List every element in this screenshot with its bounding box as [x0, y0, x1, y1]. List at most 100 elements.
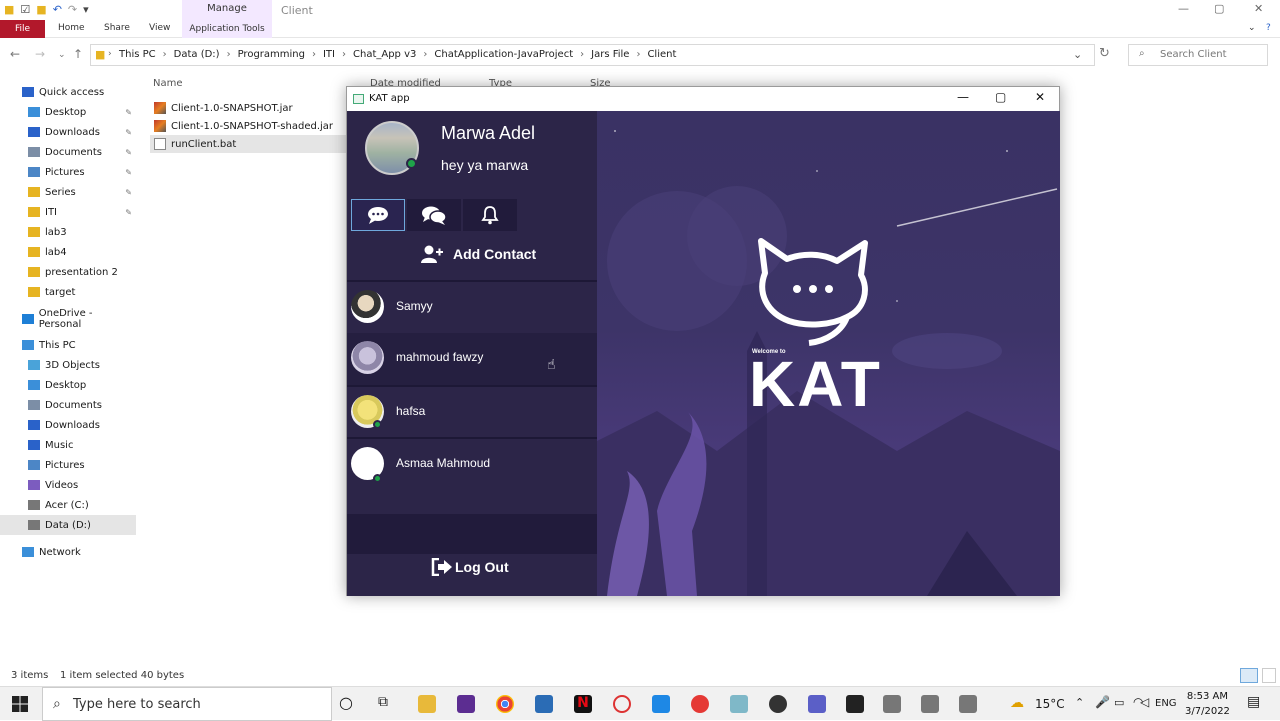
chevron-down-icon[interactable]: ⌄: [1073, 48, 1082, 61]
sidebar-item[interactable]: Network: [0, 542, 136, 562]
contact-row[interactable]: Asmaa Mahmoud: [347, 439, 597, 491]
taskbar-search-input[interactable]: ⌕ Type here to search: [42, 687, 332, 721]
weather-icon[interactable]: ☁: [1010, 695, 1024, 711]
folder-icon[interactable]: ■: [4, 3, 14, 16]
tab-chats[interactable]: [351, 199, 405, 231]
refresh-icon[interactable]: ↻: [1099, 46, 1110, 61]
sidebar-item[interactable]: lab3: [0, 222, 136, 242]
terminal-icon[interactable]: [846, 695, 864, 713]
breadcrumb-item[interactable]: ITI: [323, 49, 335, 60]
breadcrumb-item[interactable]: ChatApplication-JavaProject: [434, 49, 573, 60]
chevron-right-icon[interactable]: ›: [227, 49, 231, 60]
properties-icon[interactable]: ☑: [20, 3, 30, 16]
sidebar-item[interactable]: This PC: [0, 335, 136, 355]
sidebar-item[interactable]: Documents ✎: [0, 142, 136, 162]
visual-studio-icon[interactable]: [457, 695, 475, 713]
tab-share[interactable]: Share: [104, 23, 130, 33]
profile-status[interactable]: hey ya marwa: [441, 157, 528, 173]
pin-icon[interactable]: ✎: [125, 108, 132, 117]
sidebar-item[interactable]: Pictures ✎: [0, 162, 136, 182]
maximize-icon[interactable]: ▢: [1214, 2, 1224, 15]
help-icon[interactable]: ?: [1266, 23, 1271, 33]
netflix-icon[interactable]: N: [574, 695, 592, 713]
vscode-icon[interactable]: [652, 695, 670, 713]
file-row[interactable]: Client-1.0-SNAPSHOT.jar: [150, 99, 350, 117]
search-input[interactable]: ⌕ Search Client: [1128, 44, 1268, 66]
minimize-icon[interactable]: —: [1178, 2, 1189, 15]
breadcrumb-item[interactable]: Chat_App v3: [353, 49, 416, 60]
contact-row[interactable]: Samyy: [347, 282, 597, 332]
media-player-icon[interactable]: [691, 695, 709, 713]
chevron-right-icon[interactable]: ›: [423, 49, 427, 60]
add-contact-button[interactable]: Add Contact: [421, 245, 536, 263]
volume-icon[interactable]: ◁: [1140, 695, 1149, 709]
teams-icon[interactable]: [808, 695, 826, 713]
address-bar[interactable]: ■ › This PC › Data (D:) › Programming › ITI › Ch…: [90, 44, 1095, 66]
microphone-icon[interactable]: 🎤: [1095, 695, 1110, 709]
chevron-right-icon[interactable]: ›: [163, 49, 167, 60]
mail-icon[interactable]: [535, 695, 553, 713]
expand-ribbon-icon[interactable]: ⌄: [1248, 23, 1256, 33]
back-icon[interactable]: ←: [10, 47, 20, 61]
task-view-icon[interactable]: ⧉: [378, 694, 388, 710]
sidebar-item[interactable]: OneDrive - Personal: [0, 308, 136, 330]
contact-row[interactable]: mahmoud fawzy ☝: [347, 333, 597, 385]
tab-view[interactable]: View: [149, 23, 170, 33]
close-icon[interactable]: ✕: [1035, 90, 1045, 104]
breadcrumb-item[interactable]: Jars File: [591, 49, 629, 60]
chevron-right-icon[interactable]: ›: [580, 49, 584, 60]
battery-icon[interactable]: ▭: [1114, 696, 1124, 709]
sidebar-item[interactable]: lab4: [0, 242, 136, 262]
java-app-icon[interactable]: [883, 695, 901, 713]
sidebar-item[interactable]: ITI ✎: [0, 202, 136, 222]
sidebar-item[interactable]: Pictures: [0, 455, 136, 475]
contact-row[interactable]: hafsa: [347, 387, 597, 437]
cortana-icon[interactable]: ○: [339, 693, 353, 712]
forward-icon[interactable]: →: [35, 47, 45, 61]
maximize-icon[interactable]: ▢: [995, 90, 1006, 104]
sidebar-item[interactable]: 3D Objects: [0, 355, 136, 375]
sidebar-item[interactable]: Quick access: [0, 82, 136, 102]
tab-notifications[interactable]: [463, 199, 517, 231]
system-clock[interactable]: 8:53 AM 3/7/2022: [1185, 689, 1230, 719]
tab-application-tools[interactable]: Application Tools: [182, 20, 272, 38]
sidebar-item[interactable]: Videos: [0, 475, 136, 495]
pin-icon[interactable]: ✎: [125, 208, 132, 217]
recent-locations-icon[interactable]: ⌄: [58, 50, 66, 60]
redo-icon[interactable]: ↷: [68, 3, 77, 16]
pin-icon[interactable]: ✎: [125, 128, 132, 137]
breadcrumb-item[interactable]: This PC: [119, 49, 156, 60]
chrome-icon[interactable]: [496, 695, 514, 713]
minimize-icon[interactable]: —: [957, 90, 969, 104]
app-icon[interactable]: [730, 695, 748, 713]
weather-temp[interactable]: 15°C: [1035, 697, 1065, 711]
snip-sketch-icon[interactable]: [613, 695, 631, 713]
breadcrumb-item[interactable]: Client: [647, 49, 676, 60]
chevron-right-icon[interactable]: ›: [342, 49, 346, 60]
breadcrumb-item[interactable]: Data (D:): [174, 49, 220, 60]
sidebar-item[interactable]: Downloads ✎: [0, 122, 136, 142]
github-icon[interactable]: [769, 695, 787, 713]
tab-file[interactable]: File: [0, 20, 45, 38]
pin-icon[interactable]: ✎: [125, 168, 132, 177]
column-name[interactable]: Name: [153, 78, 183, 89]
undo-icon[interactable]: ↶: [53, 3, 62, 16]
java-app-icon[interactable]: [921, 695, 939, 713]
sidebar-item[interactable]: presentation 2: [0, 262, 136, 282]
pin-icon[interactable]: ✎: [125, 148, 132, 157]
close-icon[interactable]: ✕: [1254, 2, 1263, 15]
details-view-icon[interactable]: [1240, 668, 1258, 683]
chevron-right-icon[interactable]: ›: [312, 49, 316, 60]
pin-icon[interactable]: ✎: [125, 188, 132, 197]
sidebar-item[interactable]: Desktop: [0, 375, 136, 395]
sidebar-item[interactable]: Series ✎: [0, 182, 136, 202]
sidebar-item[interactable]: Music: [0, 435, 136, 455]
show-hidden-icons-icon[interactable]: ⌃: [1075, 696, 1084, 709]
file-explorer-icon[interactable]: [418, 695, 436, 713]
tab-group-chats[interactable]: [407, 199, 461, 231]
chevron-right-icon[interactable]: ›: [636, 49, 640, 60]
java-app-icon[interactable]: [959, 695, 977, 713]
file-row[interactable]: Client-1.0-SNAPSHOT-shaded.jar: [150, 117, 350, 135]
sidebar-item[interactable]: Documents: [0, 395, 136, 415]
customize-qat-icon[interactable]: ▾: [83, 3, 89, 16]
